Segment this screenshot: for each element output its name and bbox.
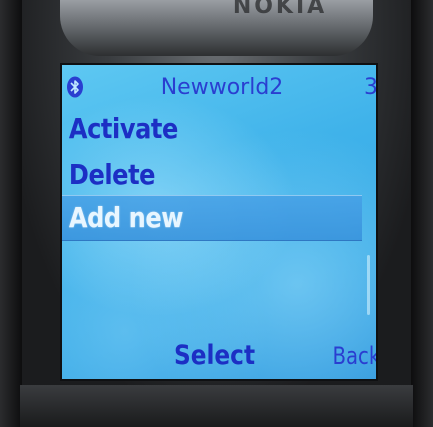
menu-item-add-new[interactable]: Add new <box>62 198 320 238</box>
phone-body: NOKIA Newworld2 3 Activate Delete Add ne… <box>0 0 433 427</box>
phone-frame-right <box>411 0 433 427</box>
softkey-bar: Select Back <box>62 337 376 375</box>
scrollbar[interactable] <box>367 255 370 315</box>
bluetooth-icon <box>66 76 84 98</box>
phone-screen: Newworld2 3 Activate Delete Add new Sele… <box>60 63 378 381</box>
phone-bottom-bezel <box>20 385 413 427</box>
back-softkey[interactable]: Back <box>332 337 376 375</box>
brand-logo: NOKIA <box>232 0 328 19</box>
phone-frame-left <box>0 0 22 427</box>
menu-item-delete[interactable]: Delete <box>62 155 320 195</box>
phone-top-bezel: NOKIA <box>60 0 373 56</box>
item-counter: 3 <box>364 75 378 100</box>
menu-item-activate[interactable]: Activate <box>62 109 320 149</box>
select-softkey[interactable]: Select <box>174 337 255 375</box>
screen-title: Newworld2 <box>160 75 284 100</box>
status-bar: Newworld2 3 <box>62 73 378 103</box>
